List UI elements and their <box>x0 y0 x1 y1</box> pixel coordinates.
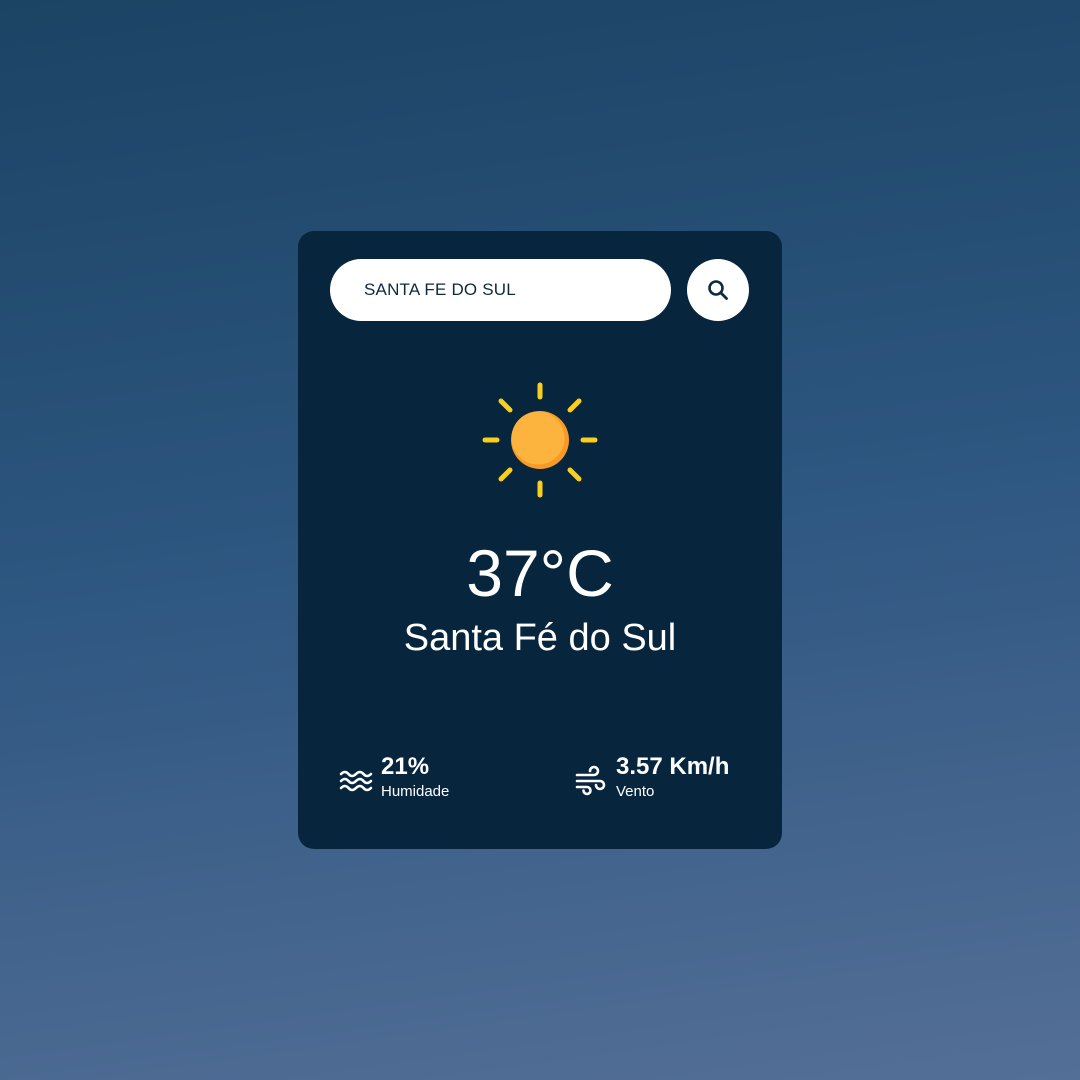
wind-value: 3.57 Km/h <box>616 753 730 780</box>
temperature: 37°C <box>466 536 614 610</box>
city-search-input[interactable] <box>330 259 671 321</box>
wind-icon <box>575 765 606 796</box>
humidity-detail: 21% Humidade <box>339 753 449 801</box>
search-icon <box>708 280 728 300</box>
wind-detail: 3.57 Km/h Vento <box>574 753 729 801</box>
sun-icon <box>482 382 598 498</box>
humidity-value: 21% <box>381 753 430 780</box>
humidity-label: Humidade <box>381 783 450 800</box>
wind-label: Vento <box>616 783 655 800</box>
search-button[interactable] <box>687 259 749 321</box>
waves-icon <box>339 770 373 792</box>
city-name: Santa Fé do Sul <box>403 617 677 659</box>
weather-card: 37°C Santa Fé do Sul 21% Humidade 3.57 K… <box>298 231 782 849</box>
search-bar <box>330 259 750 321</box>
